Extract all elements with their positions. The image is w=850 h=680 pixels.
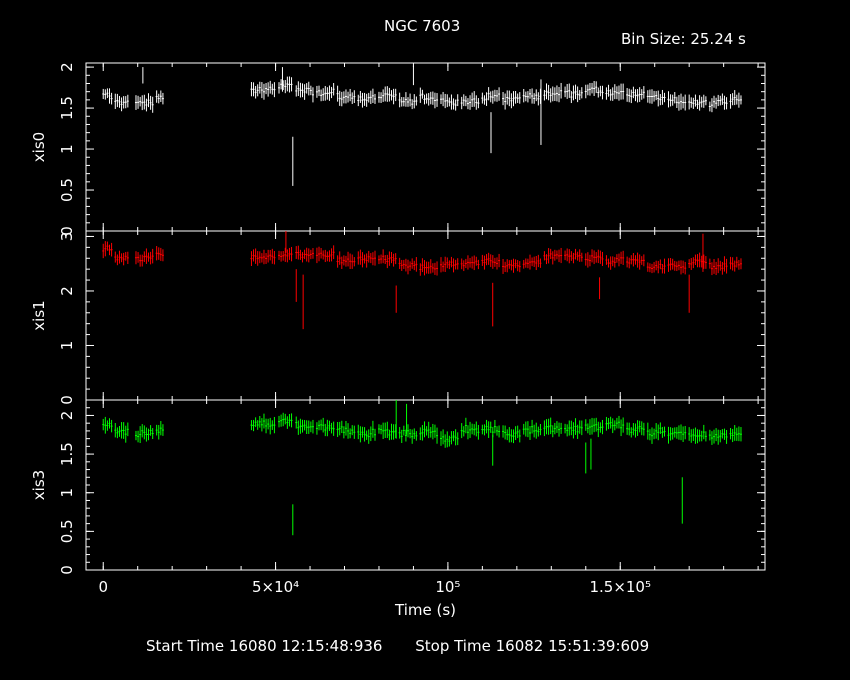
y-axis-label-xis1: xis1 xyxy=(30,300,48,330)
x-tick-label: 1.5×10⁵ xyxy=(589,578,651,596)
y-axis-label-xis3: xis3 xyxy=(30,470,48,500)
y-tick-label-xis3: 0.5 xyxy=(58,519,76,543)
y-tick-label-xis0: 1.5 xyxy=(58,96,76,120)
y-tick-label-xis3: 2 xyxy=(58,411,76,421)
light-curve-plot: 00.511.52xis00123xis100.511.52xis30 5×10⁴… xyxy=(30,62,766,619)
panel-frame-xis1 xyxy=(85,230,766,401)
y-tick-label-xis0: 2 xyxy=(58,62,76,72)
y-tick-label-xis3: 0 xyxy=(58,565,76,575)
start-time-label: Start Time xyxy=(146,637,225,655)
x-tick-label: 10⁵ xyxy=(435,578,460,596)
start-time-value: 16080 12:15:48:936 xyxy=(228,637,383,655)
y-tick-label-xis3: 1.5 xyxy=(58,442,76,466)
y-tick-label-xis0: 1 xyxy=(58,144,76,154)
time-range-footer: Start Time 16080 12:15:48:936 Stop Time … xyxy=(146,637,649,655)
y-tick-label-xis0: 0.5 xyxy=(58,178,76,202)
y-axis-label-xis0: xis0 xyxy=(30,132,48,162)
panel-frame-xis3 xyxy=(85,399,766,571)
x-tick-label: 0 xyxy=(98,578,108,596)
stop-time-label: Stop Time xyxy=(415,637,491,655)
y-tick-label-xis1: 2 xyxy=(58,286,76,296)
y-tick-label-xis1: 1 xyxy=(58,341,76,351)
y-tick-label-xis1: 3 xyxy=(58,232,76,242)
x-tick-label: 5×10⁴ xyxy=(252,578,299,596)
stop-time-value: 16082 15:51:39:609 xyxy=(495,637,650,655)
y-tick-label-xis3: 1 xyxy=(58,488,76,498)
panel-frame-xis0 xyxy=(85,62,766,232)
y-tick-label-xis1: 0 xyxy=(58,395,76,405)
x-axis-label: Time (s) xyxy=(394,601,456,619)
